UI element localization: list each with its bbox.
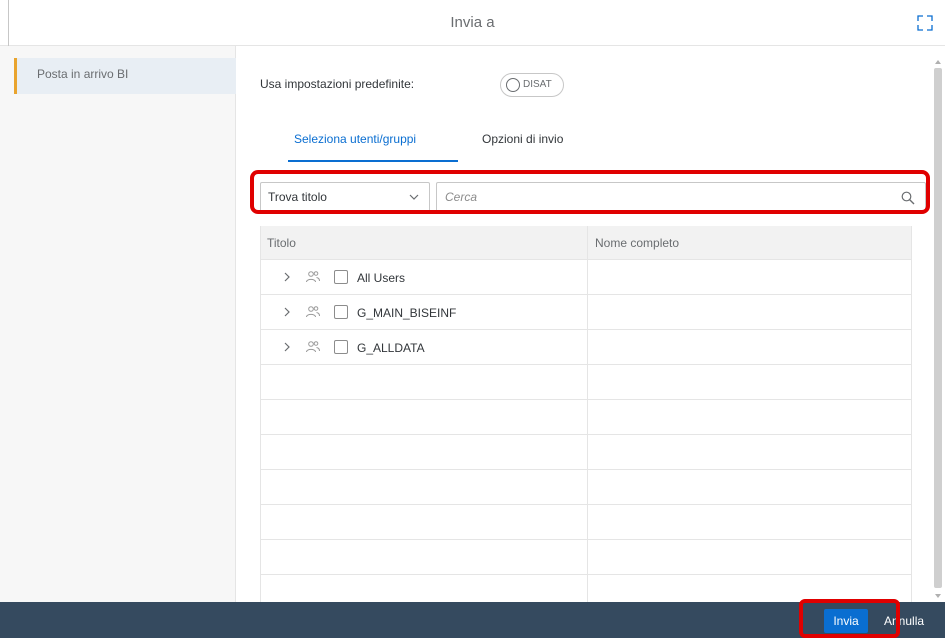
dialog-title: Invia a: [450, 14, 495, 31]
row-title: All Users: [357, 271, 406, 285]
search-area: Trova titolo: [260, 180, 936, 216]
search-input[interactable]: [445, 187, 885, 207]
sidebar-item-label: Posta in arrivo BI: [37, 67, 129, 81]
cancel-button[interactable]: Annulla: [880, 609, 942, 633]
search-field[interactable]: [436, 182, 926, 212]
empty-table-row: [261, 540, 911, 575]
dialog-header: Invia a: [0, 0, 945, 46]
row-checkbox[interactable]: [334, 270, 348, 284]
scroll-down-icon[interactable]: [935, 594, 941, 598]
user-group-icon: [306, 271, 320, 283]
column-header-title[interactable]: Titolo: [267, 236, 296, 250]
empty-table-row: [261, 505, 911, 540]
default-settings-toggle[interactable]: DISAT: [500, 73, 564, 97]
empty-table-row: [261, 470, 911, 505]
table-row[interactable]: G_ALLDATA: [261, 330, 911, 365]
tab-select-users-groups[interactable]: Seleziona utenti/gruppi: [294, 132, 416, 146]
main-panel: Usa impostazioni predefinite: DISAT Sele…: [236, 46, 945, 610]
empty-table-row: [261, 435, 911, 470]
empty-table-row: [261, 365, 911, 400]
find-by-select[interactable]: Trova titolo: [260, 182, 430, 212]
send-button[interactable]: Invia: [824, 609, 868, 633]
column-header-full-name[interactable]: Nome completo: [595, 236, 679, 250]
scroll-up-icon[interactable]: [935, 60, 941, 64]
chevron-down-icon: [409, 194, 419, 200]
toggle-knob-icon: [506, 78, 520, 92]
toggle-state-label: DISAT: [523, 79, 552, 90]
find-by-select-value: Trova titolo: [268, 190, 327, 204]
search-icon[interactable]: [901, 191, 915, 205]
send-to-dialog: Invia a Posta in arrivo BI Usa impostazi…: [0, 0, 945, 638]
dialog-footer: Invia Annulla: [0, 602, 945, 638]
table-row[interactable]: G_MAIN_BISEINF: [261, 295, 911, 330]
chevron-right-icon[interactable]: [283, 271, 291, 283]
table-row[interactable]: All Users: [261, 260, 911, 295]
row-checkbox[interactable]: [334, 305, 348, 319]
user-group-icon: [306, 306, 320, 318]
users-groups-table: Titolo Nome completo All Users G_MAIN_BI…: [260, 226, 912, 610]
user-group-icon: [306, 341, 320, 353]
tab-send-options[interactable]: Opzioni di invio: [482, 132, 563, 146]
empty-table-row: [261, 400, 911, 435]
expand-icon[interactable]: [917, 15, 933, 31]
default-settings-row: Usa impostazioni predefinite:: [260, 76, 414, 91]
active-tab-indicator: [288, 160, 458, 162]
table-header: Titolo Nome completo: [261, 226, 911, 260]
row-title: G_MAIN_BISEINF: [357, 306, 457, 320]
chevron-right-icon[interactable]: [283, 341, 291, 353]
scrollbar-thumb[interactable]: [934, 68, 942, 588]
row-title: G_ALLDATA: [357, 341, 425, 355]
chevron-right-icon[interactable]: [283, 306, 291, 318]
vertical-scrollbar[interactable]: [934, 60, 942, 600]
sidebar-item-bi-inbox[interactable]: Posta in arrivo BI: [14, 58, 236, 94]
row-checkbox[interactable]: [334, 340, 348, 354]
sidebar: Posta in arrivo BI: [0, 46, 236, 602]
default-settings-label: Usa impostazioni predefinite:: [260, 77, 415, 91]
